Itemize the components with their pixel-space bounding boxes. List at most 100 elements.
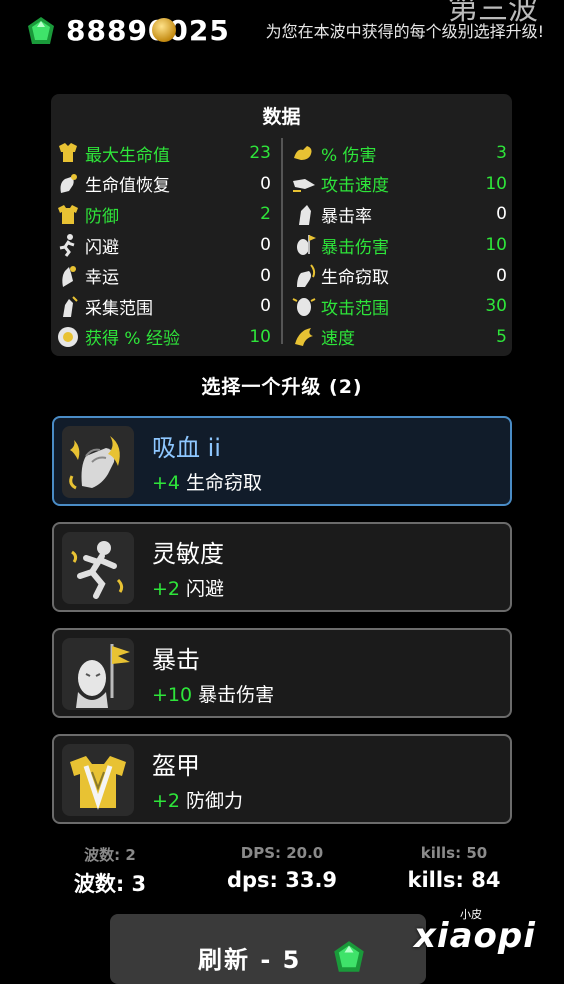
current-kills: kills: 84 [407, 868, 501, 892]
armor-vest-icon [62, 744, 134, 816]
stat-row: 生命窃取 0 [291, 260, 511, 291]
stat-value: 2 [260, 204, 271, 225]
stat-label: % 伤害 [321, 145, 377, 166]
regen-hand-icon [55, 171, 81, 197]
upgrade-effect: +4 生命窃取 [152, 468, 262, 495]
stat-value: 0 [260, 296, 271, 317]
upgrade-amount: +2 [152, 578, 181, 600]
upgrade-name: 盔甲 [152, 752, 200, 780]
watermark-logo: xiaopi [414, 916, 536, 956]
agility-runner-icon [62, 532, 134, 604]
stat-label: 生命窃取 [321, 268, 389, 289]
top-bar: 88890025 第三波 为您在本波中获得的每个级别选择升级! [0, 0, 564, 70]
wave-hint: 为您在本波中获得的每个级别选择升级! [265, 22, 544, 41]
refresh-label: 刷新 - 5 [198, 946, 302, 974]
gem-icon [334, 941, 364, 972]
upgrade-effect: +2 闪避 [152, 574, 224, 601]
upgrade-card-armor[interactable]: 盔甲 +2 防御力 [52, 734, 512, 824]
pickup-range-icon [55, 293, 81, 319]
stat-label: 幸运 [85, 268, 119, 289]
stat-row: % 伤害 3 [291, 138, 511, 169]
crit-chance-icon [291, 201, 317, 227]
stat-label: 暴击率 [321, 206, 372, 227]
current-wave: 波数: 3 [73, 872, 147, 896]
crit-damage-icon [291, 232, 317, 258]
stat-label: 闪避 [85, 237, 119, 258]
stat-row: 采集范围 0 [55, 291, 275, 322]
stat-row: 速度 5 [291, 322, 511, 353]
stat-value: 30 [485, 296, 507, 317]
stat-row: 幸运 0 [55, 260, 275, 291]
prev-wave: 波数: 2 [84, 846, 136, 864]
upgrade-card-agility[interactable]: 灵敏度 +2 闪避 [52, 522, 512, 612]
stat-value: 0 [496, 265, 507, 286]
gem-count: 88890025 [66, 14, 230, 47]
stat-row: 攻击范围 30 [291, 291, 511, 322]
stat-value: 0 [496, 204, 507, 225]
stat-row: 攻击速度 10 [291, 169, 511, 200]
stat-label: 获得 % 经验 [85, 329, 180, 350]
upgrade-stat: 闪避 [186, 578, 225, 600]
upgrade-amount: +10 [152, 684, 193, 706]
stats-column-right: % 伤害 3 攻击速度 10 暴击率 0 暴击伤害 10 生命窃取 0 攻击范围 30 速度 5 [291, 138, 511, 352]
stat-value: 10 [485, 173, 507, 194]
stat-label: 最大生命值 [85, 145, 170, 166]
stats-panel: 数据 最大生命值 23 生命值恢复 0 防御 2 闪避 0 幸运 0 采集范围 0 获得 % 经验 10 … [51, 94, 512, 356]
upgrade-name: 灵敏度 [152, 540, 224, 568]
attack-range-icon [291, 293, 317, 319]
stat-row: 闪避 0 [55, 230, 275, 261]
lifesteal-icon [291, 263, 317, 289]
stat-value: 0 [260, 265, 271, 286]
stat-value: 0 [260, 173, 271, 194]
upgrade-stat: 暴击伤害 [198, 684, 275, 706]
stat-label: 攻击速度 [321, 176, 389, 197]
stat-value: 10 [485, 235, 507, 256]
prev-kills: kills: 50 [420, 844, 488, 862]
stat-row: 生命值恢复 0 [55, 169, 275, 200]
stat-value: 0 [260, 235, 271, 256]
watermark: 小皮 xiaopi [406, 906, 556, 960]
stat-value: 3 [496, 143, 507, 164]
upgrade-card-lifesteal[interactable]: 吸血 ii +4 生命窃取 [52, 416, 512, 506]
stat-value: 10 [249, 326, 271, 347]
upgrade-stat: 生命窃取 [186, 472, 263, 494]
stat-label: 防御 [85, 206, 119, 227]
stats-column-left: 最大生命值 23 生命值恢复 0 防御 2 闪避 0 幸运 0 采集范围 0 获得 % 经验 10 [55, 138, 275, 352]
stat-label: 攻击范围 [321, 298, 389, 319]
dodge-runner-icon [55, 232, 81, 258]
stat-label: 采集范围 [85, 298, 153, 319]
stats-divider [281, 138, 283, 344]
upgrade-card-crit[interactable]: 暴击 +10 暴击伤害 [52, 628, 512, 718]
stat-label: 暴击伤害 [321, 237, 389, 258]
prev-dps: DPS: 20.0 [240, 844, 324, 862]
heart-torso-icon [55, 140, 81, 166]
upgrade-effect: +2 防御力 [152, 786, 243, 813]
speed-wing-icon [291, 324, 317, 350]
stat-row: 获得 % 经验 10 [55, 322, 275, 353]
refresh-button[interactable]: 刷新 - 5 [110, 914, 426, 984]
stat-row: 最大生命值 23 [55, 138, 275, 169]
choose-upgrade-title: 选择一个升级 (2) [201, 376, 363, 398]
upgrade-stat: 防御力 [186, 790, 244, 812]
armor-icon [55, 201, 81, 227]
upgrade-amount: +4 [152, 472, 181, 494]
luck-hand-icon [55, 263, 81, 289]
stat-value: 5 [496, 326, 507, 347]
coin-icon [152, 18, 176, 42]
lifesteal-fist-icon [62, 426, 134, 498]
stat-value: 23 [249, 143, 271, 164]
xp-head-icon [55, 324, 81, 350]
stats-title: 数据 [262, 106, 301, 128]
upgrade-effect: +10 暴击伤害 [152, 680, 274, 707]
muscle-arm-icon [291, 140, 317, 166]
crit-flag-head-icon [62, 638, 134, 710]
upgrade-name: 吸血 ii [152, 434, 221, 462]
current-dps: dps: 33.9 [226, 868, 338, 892]
stat-row: 暴击率 0 [291, 199, 511, 230]
stat-row: 防御 2 [55, 199, 275, 230]
upgrade-name: 暴击 [152, 646, 200, 674]
stat-row: 暴击伤害 10 [291, 230, 511, 261]
attack-speed-icon [291, 171, 317, 197]
upgrade-amount: +2 [152, 790, 181, 812]
stat-label: 速度 [321, 329, 355, 350]
